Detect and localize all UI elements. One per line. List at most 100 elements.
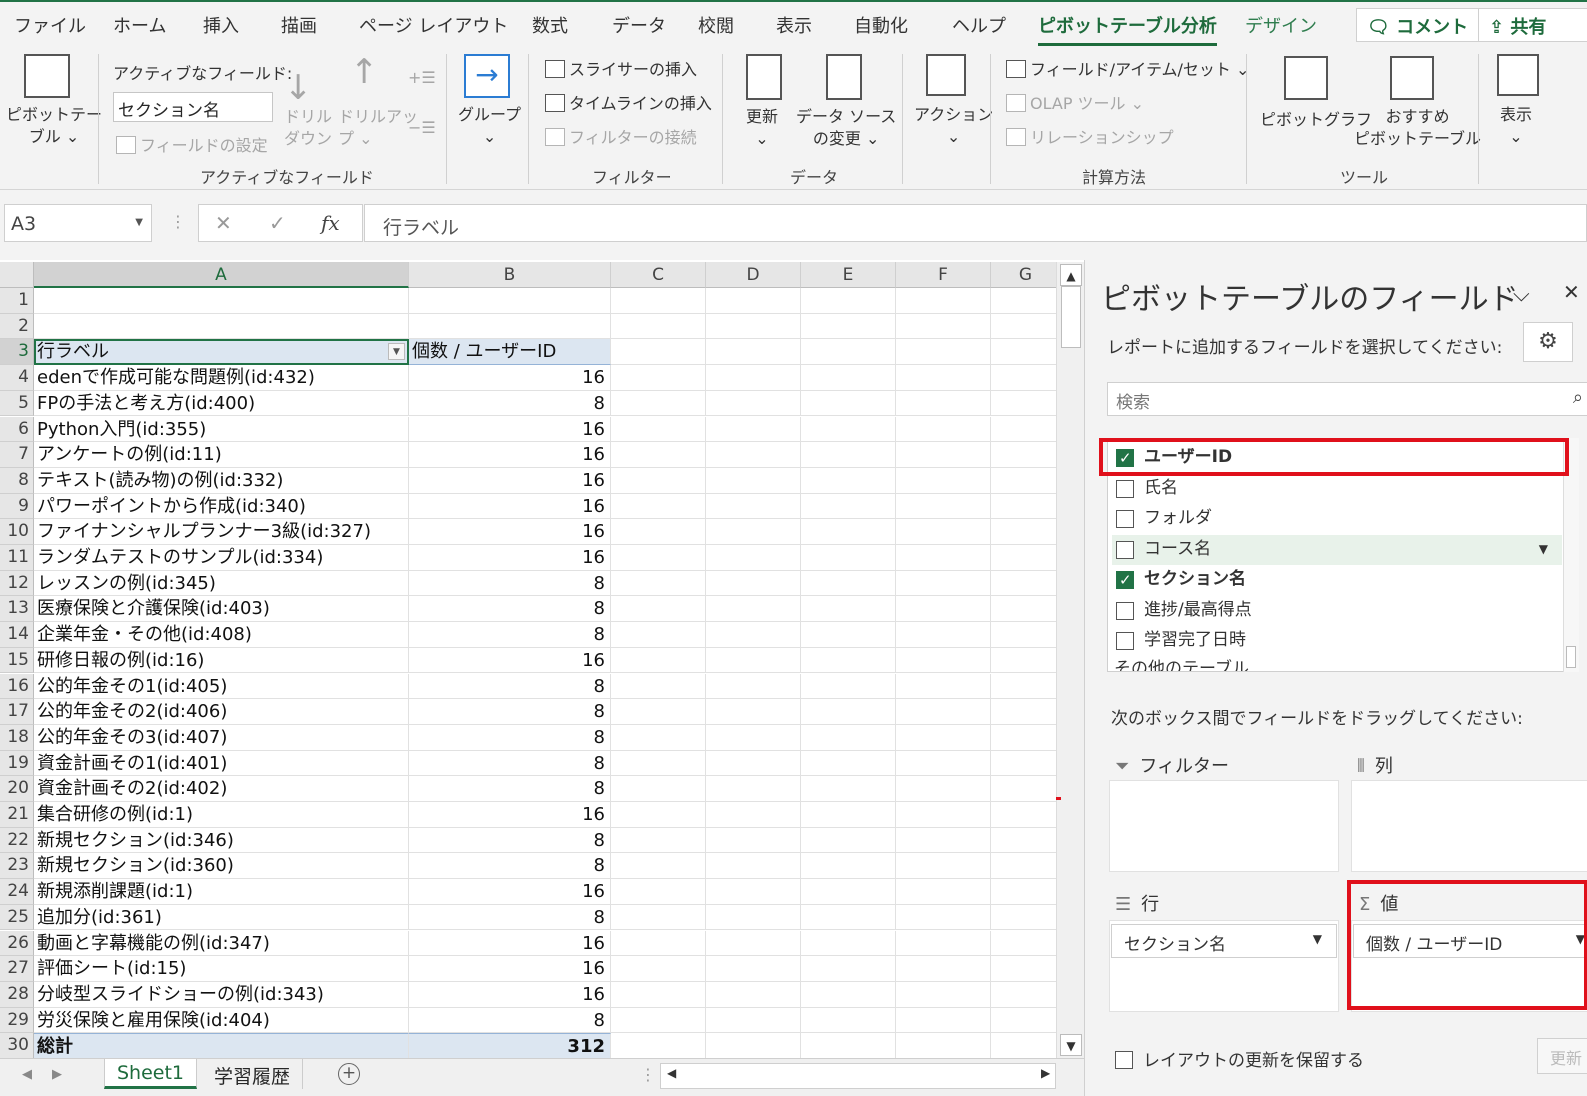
tab-draw[interactable]: 描画 [281,12,317,38]
grid-cell[interactable] [706,647,801,674]
field-item-section[interactable]: セクション名 [1112,565,1562,595]
pivot-row-label[interactable]: 動画と字幕機能の例(id:347) [34,930,409,957]
grid-cell[interactable] [991,828,1056,854]
insert-timeline-button[interactable]: タイムラインの挿入 [545,90,712,114]
grid-cell[interactable] [801,519,896,545]
row-header[interactable]: 16 [0,673,34,700]
grid-cell[interactable] [896,699,991,725]
row-header[interactable]: 5 [0,390,34,417]
row-header[interactable]: 24 [0,879,34,905]
row-header[interactable]: 7 [0,442,34,468]
share-button[interactable]: ⇪ 共有 [1478,8,1587,42]
grid-cell[interactable] [801,776,896,802]
grid-cell[interactable] [896,570,991,597]
grid-cell[interactable] [991,879,1056,905]
grid-cell[interactable] [896,288,991,314]
pivot-row-value[interactable]: 8 [409,1007,611,1034]
pivot-row-value[interactable]: 16 [409,647,611,674]
grid-cell[interactable] [706,622,801,648]
grid-cell[interactable] [991,571,1056,597]
row-header[interactable]: 12 [0,570,34,597]
grid-cell[interactable] [611,519,706,545]
grid-cell[interactable] [611,313,706,340]
row-header[interactable]: 9 [0,493,34,520]
row-header[interactable]: 28 [0,981,34,1008]
grid-cell[interactable] [611,776,706,802]
pivot-row-value[interactable]: 8 [409,904,611,931]
pivot-row-label-header[interactable]: 行ラベル ▼ [34,339,409,366]
update-button[interactable]: 更新 [1537,1038,1587,1074]
pivot-row-value[interactable]: 8 [409,570,611,597]
drag-handle-icon[interactable]: ⋮ [170,212,186,231]
pivot-row-value[interactable]: 16 [409,365,611,391]
row-header[interactable]: 6 [0,416,34,443]
grid-cell[interactable] [896,416,991,443]
grid-cell[interactable] [991,956,1056,982]
grid-cell[interactable] [611,930,706,957]
grid-cell[interactable] [991,494,1056,520]
grid-cell[interactable] [706,802,801,828]
grid-cell[interactable] [801,930,896,957]
grid-cell[interactable] [611,827,706,854]
column-header-a[interactable]: A [34,262,409,288]
grid-cell[interactable] [611,390,706,417]
pivot-row-label[interactable]: ランダムテストのサンプル(id:334) [34,545,409,571]
grid-cell[interactable] [611,904,706,931]
grid-cell[interactable] [611,416,706,443]
pivot-row-label[interactable]: 集合研修の例(id:1) [34,802,409,828]
row-header[interactable]: 17 [0,699,34,725]
pivot-row-value[interactable]: 16 [409,442,611,468]
grid-cell[interactable] [896,519,991,545]
pane-options-chevron-icon[interactable]: ⌵ [1513,282,1530,307]
show-button[interactable]: 表示 ⌄ [1500,104,1532,148]
row-header[interactable]: 13 [0,596,34,623]
tab-file[interactable]: ファイル [14,12,86,38]
pivot-row-value[interactable]: 16 [409,956,611,982]
grid-cell[interactable] [706,365,801,391]
grid-cell[interactable] [991,519,1056,545]
pivot-total-value[interactable]: 312 [409,1033,611,1059]
gear-icon[interactable]: ⚙ [1523,322,1573,362]
row-header[interactable]: 11 [0,545,34,571]
grid-cell[interactable] [706,827,801,854]
grid-cell[interactable] [611,673,706,700]
defer-update-option[interactable]: レイアウトの更新を保留する [1115,1046,1364,1071]
scroll-up-icon[interactable]: ▲ [1060,264,1082,286]
pivot-row-label[interactable]: レッスンの例(id:345) [34,570,409,597]
olap-tools-button[interactable]: OLAP ツール ⌄ [1006,90,1144,114]
pivot-row-label[interactable]: テキスト(読み物)の例(id:332) [34,467,409,494]
scroll-left-icon[interactable]: ◀ [667,1066,676,1080]
grid-cell[interactable] [801,442,896,468]
grid-cell[interactable] [706,416,801,443]
grid-cell[interactable] [896,647,991,674]
row-header[interactable]: 19 [0,750,34,777]
grid-cell[interactable] [409,313,611,340]
formula-input[interactable]: 行ラベル [364,204,1587,242]
field-search-input[interactable]: 検索 ⌕ [1107,382,1587,416]
field-item-progress[interactable]: 進捗/最高得点 [1112,596,1562,626]
drilldown-button[interactable]: ドリル ダウン [284,106,332,150]
field-item-folder[interactable]: フォルダ [1112,504,1562,534]
chevron-down-icon[interactable]: ▼ [135,217,143,228]
grid-cell[interactable] [611,365,706,391]
grid-cell[interactable] [896,1033,991,1059]
pivot-row-value[interactable]: 16 [409,467,611,494]
grid-cell[interactable] [706,390,801,417]
grid-cell[interactable] [706,570,801,597]
grid-cell[interactable] [611,981,706,1008]
row-header[interactable]: 10 [0,519,34,545]
grid-cell[interactable] [801,724,896,751]
grid-cell[interactable] [801,1033,896,1059]
grid-cell[interactable] [991,751,1056,777]
pivot-row-label[interactable]: 企業年金・その他(id:408) [34,622,409,648]
grid-cell[interactable] [801,288,896,314]
grid-cell[interactable] [801,467,896,494]
grid-cell[interactable] [991,1033,1056,1059]
grid-cell[interactable] [706,981,801,1008]
chevron-down-icon[interactable]: ▼ [1539,535,1548,563]
checkbox[interactable] [1116,632,1134,650]
grid-cell[interactable] [801,313,896,340]
grid-cell[interactable] [706,930,801,957]
grid-cell[interactable] [706,673,801,700]
tab-insert[interactable]: 挿入 [203,12,239,38]
